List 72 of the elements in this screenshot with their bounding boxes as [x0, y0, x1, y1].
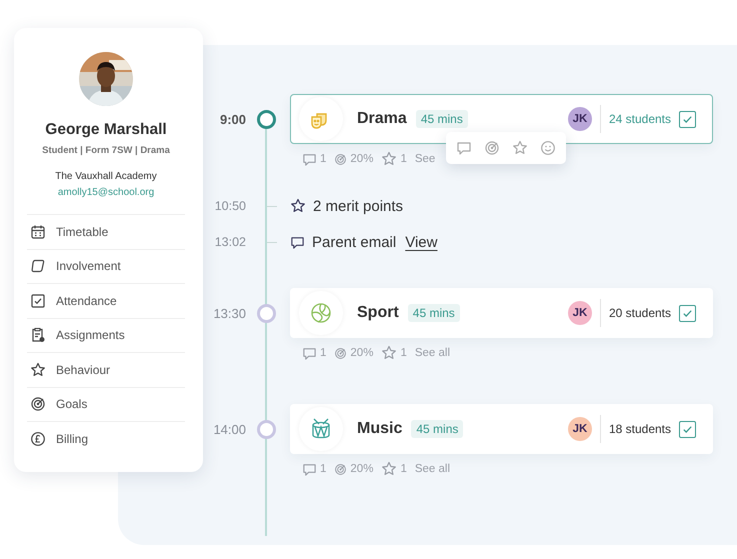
comment-icon: [302, 462, 317, 476]
teacher-avatar: JK: [568, 301, 592, 325]
nav-item[interactable]: Billing: [27, 422, 185, 456]
goal-percent: 20%: [350, 153, 374, 165]
student-count: 18 students: [608, 422, 671, 436]
target-icon: [334, 152, 348, 166]
timeline-node: [256, 304, 276, 322]
view-link[interactable]: View: [405, 234, 438, 250]
event-text: 2 merit points: [313, 198, 404, 214]
lesson-subject: Sport: [357, 304, 399, 322]
timeline-node: [256, 420, 276, 438]
pound-icon: [30, 430, 46, 447]
comment-count: 1: [320, 153, 326, 165]
target-icon: [30, 396, 46, 412]
event-text: Parent email: [312, 234, 396, 250]
lesson-card[interactable]: Sport 45 mins JK 20 students: [290, 288, 713, 338]
teacher-avatar: JK: [568, 417, 592, 441]
target-icon[interactable]: [484, 140, 500, 156]
timeline-node: [256, 110, 276, 128]
lesson-card[interactable]: Music 45 mins JK 18 students: [290, 404, 713, 454]
attendance-checkbox[interactable]: [679, 110, 696, 128]
student-count: 20 students: [608, 306, 671, 320]
nav-item[interactable]: Attendance: [27, 284, 185, 318]
event-time: 10:50: [214, 199, 246, 213]
nav-item[interactable]: Behaviour: [27, 353, 185, 388]
lesson-time: 14:00: [212, 422, 246, 436]
comment-count: 1: [320, 347, 326, 359]
nav-item[interactable]: Goals: [27, 388, 185, 422]
comment-icon: [302, 346, 317, 360]
teacher-avatar: JK: [568, 107, 592, 131]
student-count: 24 students: [608, 112, 671, 126]
profile-name: George Marshall: [45, 121, 167, 139]
lesson-subject: Drama: [357, 110, 407, 128]
goal-percent: 20%: [350, 463, 374, 475]
clipboard-icon: [30, 327, 46, 344]
profile-role: Student | Form 7SW | Drama: [42, 145, 170, 156]
lesson-time: 9:00: [218, 112, 246, 126]
lesson-subject: Music: [357, 420, 402, 438]
star-count: 1: [400, 347, 407, 359]
star-icon: [381, 151, 398, 167]
star-icon: [381, 345, 398, 361]
attendance-checkbox[interactable]: [679, 304, 696, 322]
star-count: 1: [400, 463, 407, 475]
star-icon: [381, 461, 398, 477]
star-icon[interactable]: [512, 140, 528, 156]
shape-icon: [30, 258, 46, 274]
target-icon: [334, 462, 348, 476]
comment-icon[interactable]: [456, 140, 472, 156]
star-icon: [290, 198, 306, 214]
checkmark-icon: [682, 114, 693, 124]
duration-tag: 45 mins: [411, 420, 464, 438]
school-name: The Vauxhall Academy: [55, 171, 157, 182]
smiley-icon[interactable]: [540, 140, 556, 156]
event-time: 13:02: [214, 235, 246, 249]
checkmark-icon: [682, 424, 693, 434]
nav-item[interactable]: Timetable: [27, 215, 185, 250]
star-count: 1: [400, 153, 407, 165]
goal-percent: 20%: [350, 347, 374, 359]
nav-item[interactable]: Involvement: [27, 250, 185, 284]
calendar-icon: [30, 224, 46, 240]
nav-item[interactable]: Assignments: [27, 318, 185, 353]
attendance-checkbox[interactable]: [679, 420, 696, 438]
duration-tag: 45 mins: [416, 110, 468, 128]
comment-icon: [302, 152, 317, 166]
star-icon: [30, 362, 46, 378]
comment-count: 1: [320, 463, 326, 475]
checkmark-icon: [682, 308, 693, 318]
lesson-time: 13:30: [212, 306, 246, 320]
comment-icon: [290, 234, 305, 250]
checkbox-icon: [30, 292, 46, 309]
target-icon: [334, 346, 348, 360]
duration-tag: 45 mins: [408, 304, 460, 322]
